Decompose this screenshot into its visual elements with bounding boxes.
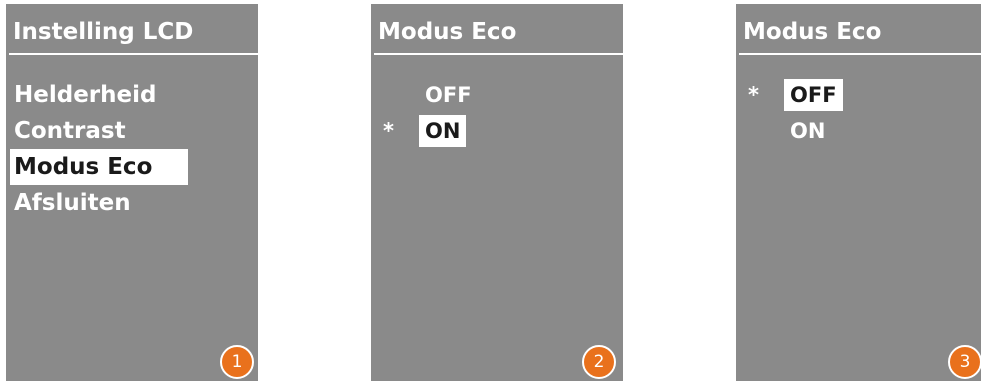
title-divider [374, 53, 623, 55]
menu-item-helderheid[interactable]: Helderheid [10, 77, 188, 113]
option-on[interactable]: ON [784, 115, 831, 147]
active-marker: * [383, 119, 394, 143]
menu-item-afsluiten[interactable]: Afsluiten [10, 185, 188, 221]
menu-item-modus-eco[interactable]: Modus Eco [10, 149, 188, 185]
settings-menu: Helderheid Contrast Modus Eco Afsluiten [10, 77, 188, 221]
lcd-screen-modus-eco-off: Modus Eco * OFF ON 3 [736, 4, 981, 381]
screen-title: Instelling LCD [13, 19, 194, 45]
title-divider [739, 53, 981, 55]
title-divider [9, 53, 258, 55]
option-off[interactable]: OFF [784, 79, 843, 111]
lcd-screen-instelling: Instelling LCD Helderheid Contrast Modus… [6, 4, 258, 381]
lcd-screen-modus-eco-on: Modus Eco OFF * ON 2 [371, 4, 623, 381]
active-marker: * [748, 83, 759, 107]
screen-title: Modus Eco [743, 19, 882, 45]
step-badge: 1 [220, 345, 254, 379]
step-badge: 3 [948, 345, 981, 379]
step-badge: 2 [582, 345, 616, 379]
menu-item-contrast[interactable]: Contrast [10, 113, 188, 149]
option-off[interactable]: OFF [419, 79, 478, 111]
option-on[interactable]: ON [419, 115, 467, 147]
screen-title: Modus Eco [378, 19, 517, 45]
